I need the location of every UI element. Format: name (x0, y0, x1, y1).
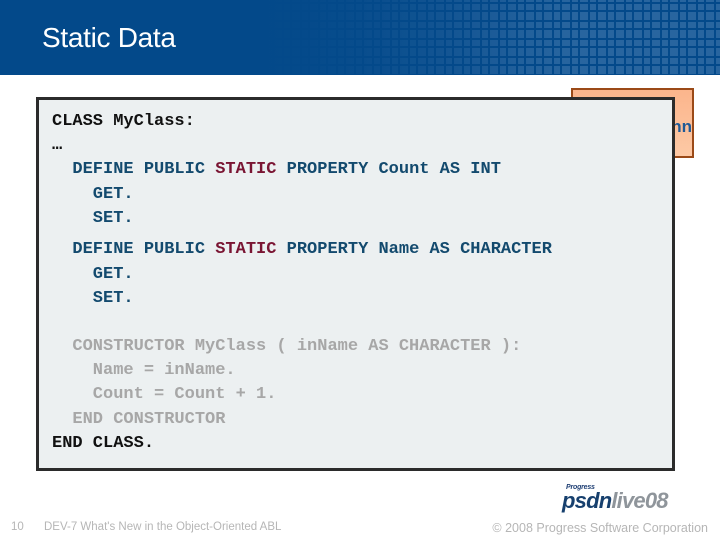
logo-wordmark: psdnlive08 (562, 488, 669, 514)
code-listing: CLASS MyClass: … DEFINE PUBLIC STATIC PRO… (36, 97, 675, 471)
logo-psdn: psdn (562, 488, 612, 513)
static-keyword: STATIC (215, 160, 277, 180)
code-token: DEFINE PUBLIC (52, 160, 216, 180)
header-gradient (240, 0, 720, 75)
code-spacer (52, 231, 552, 239)
code-token: DEFINE PUBLIC (52, 240, 216, 260)
code-line: CLASS MyClass: (52, 112, 195, 131)
slide-number: 10 (11, 521, 24, 533)
code-spacer (52, 311, 552, 335)
psdn-live-logo: Progress psdnlive08 (562, 484, 712, 514)
copyright-notice: © 2008 Progress Software Corporation (492, 521, 708, 535)
code-line: DEFINE PUBLIC STATIC PROPERTY Count AS I… (52, 158, 552, 182)
code-block: CLASS MyClass: … DEFINE PUBLIC STATIC PRO… (52, 110, 552, 456)
code-line: … (52, 136, 63, 156)
code-line: Name = inName. (52, 361, 236, 381)
footer-session-title: DEV-7 What's New in the Object-Oriented … (44, 521, 282, 533)
code-line: Count = Count + 1. (52, 385, 277, 405)
code-token: PROPERTY Name AS CHARACTER (276, 240, 552, 260)
logo-live08: live08 (611, 488, 668, 513)
code-line: CONSTRUCTOR MyClass ( inName AS CHARACTE… (52, 337, 522, 356)
slide-title: Static Data (42, 22, 176, 53)
code-line: DEFINE PUBLIC STATIC PROPERTY Name AS CH… (52, 238, 552, 262)
code-line: END CONSTRUCTOR (52, 409, 226, 429)
code-line: SET. (52, 288, 134, 308)
static-keyword: STATIC (215, 240, 277, 260)
code-line: GET. (52, 184, 134, 204)
code-token: PROPERTY Count AS INT (276, 160, 501, 180)
code-line: GET. (52, 264, 134, 284)
code-line: END CLASS. (52, 433, 155, 453)
code-line: SET. (52, 208, 134, 228)
slide-header: Static Data (0, 0, 720, 75)
